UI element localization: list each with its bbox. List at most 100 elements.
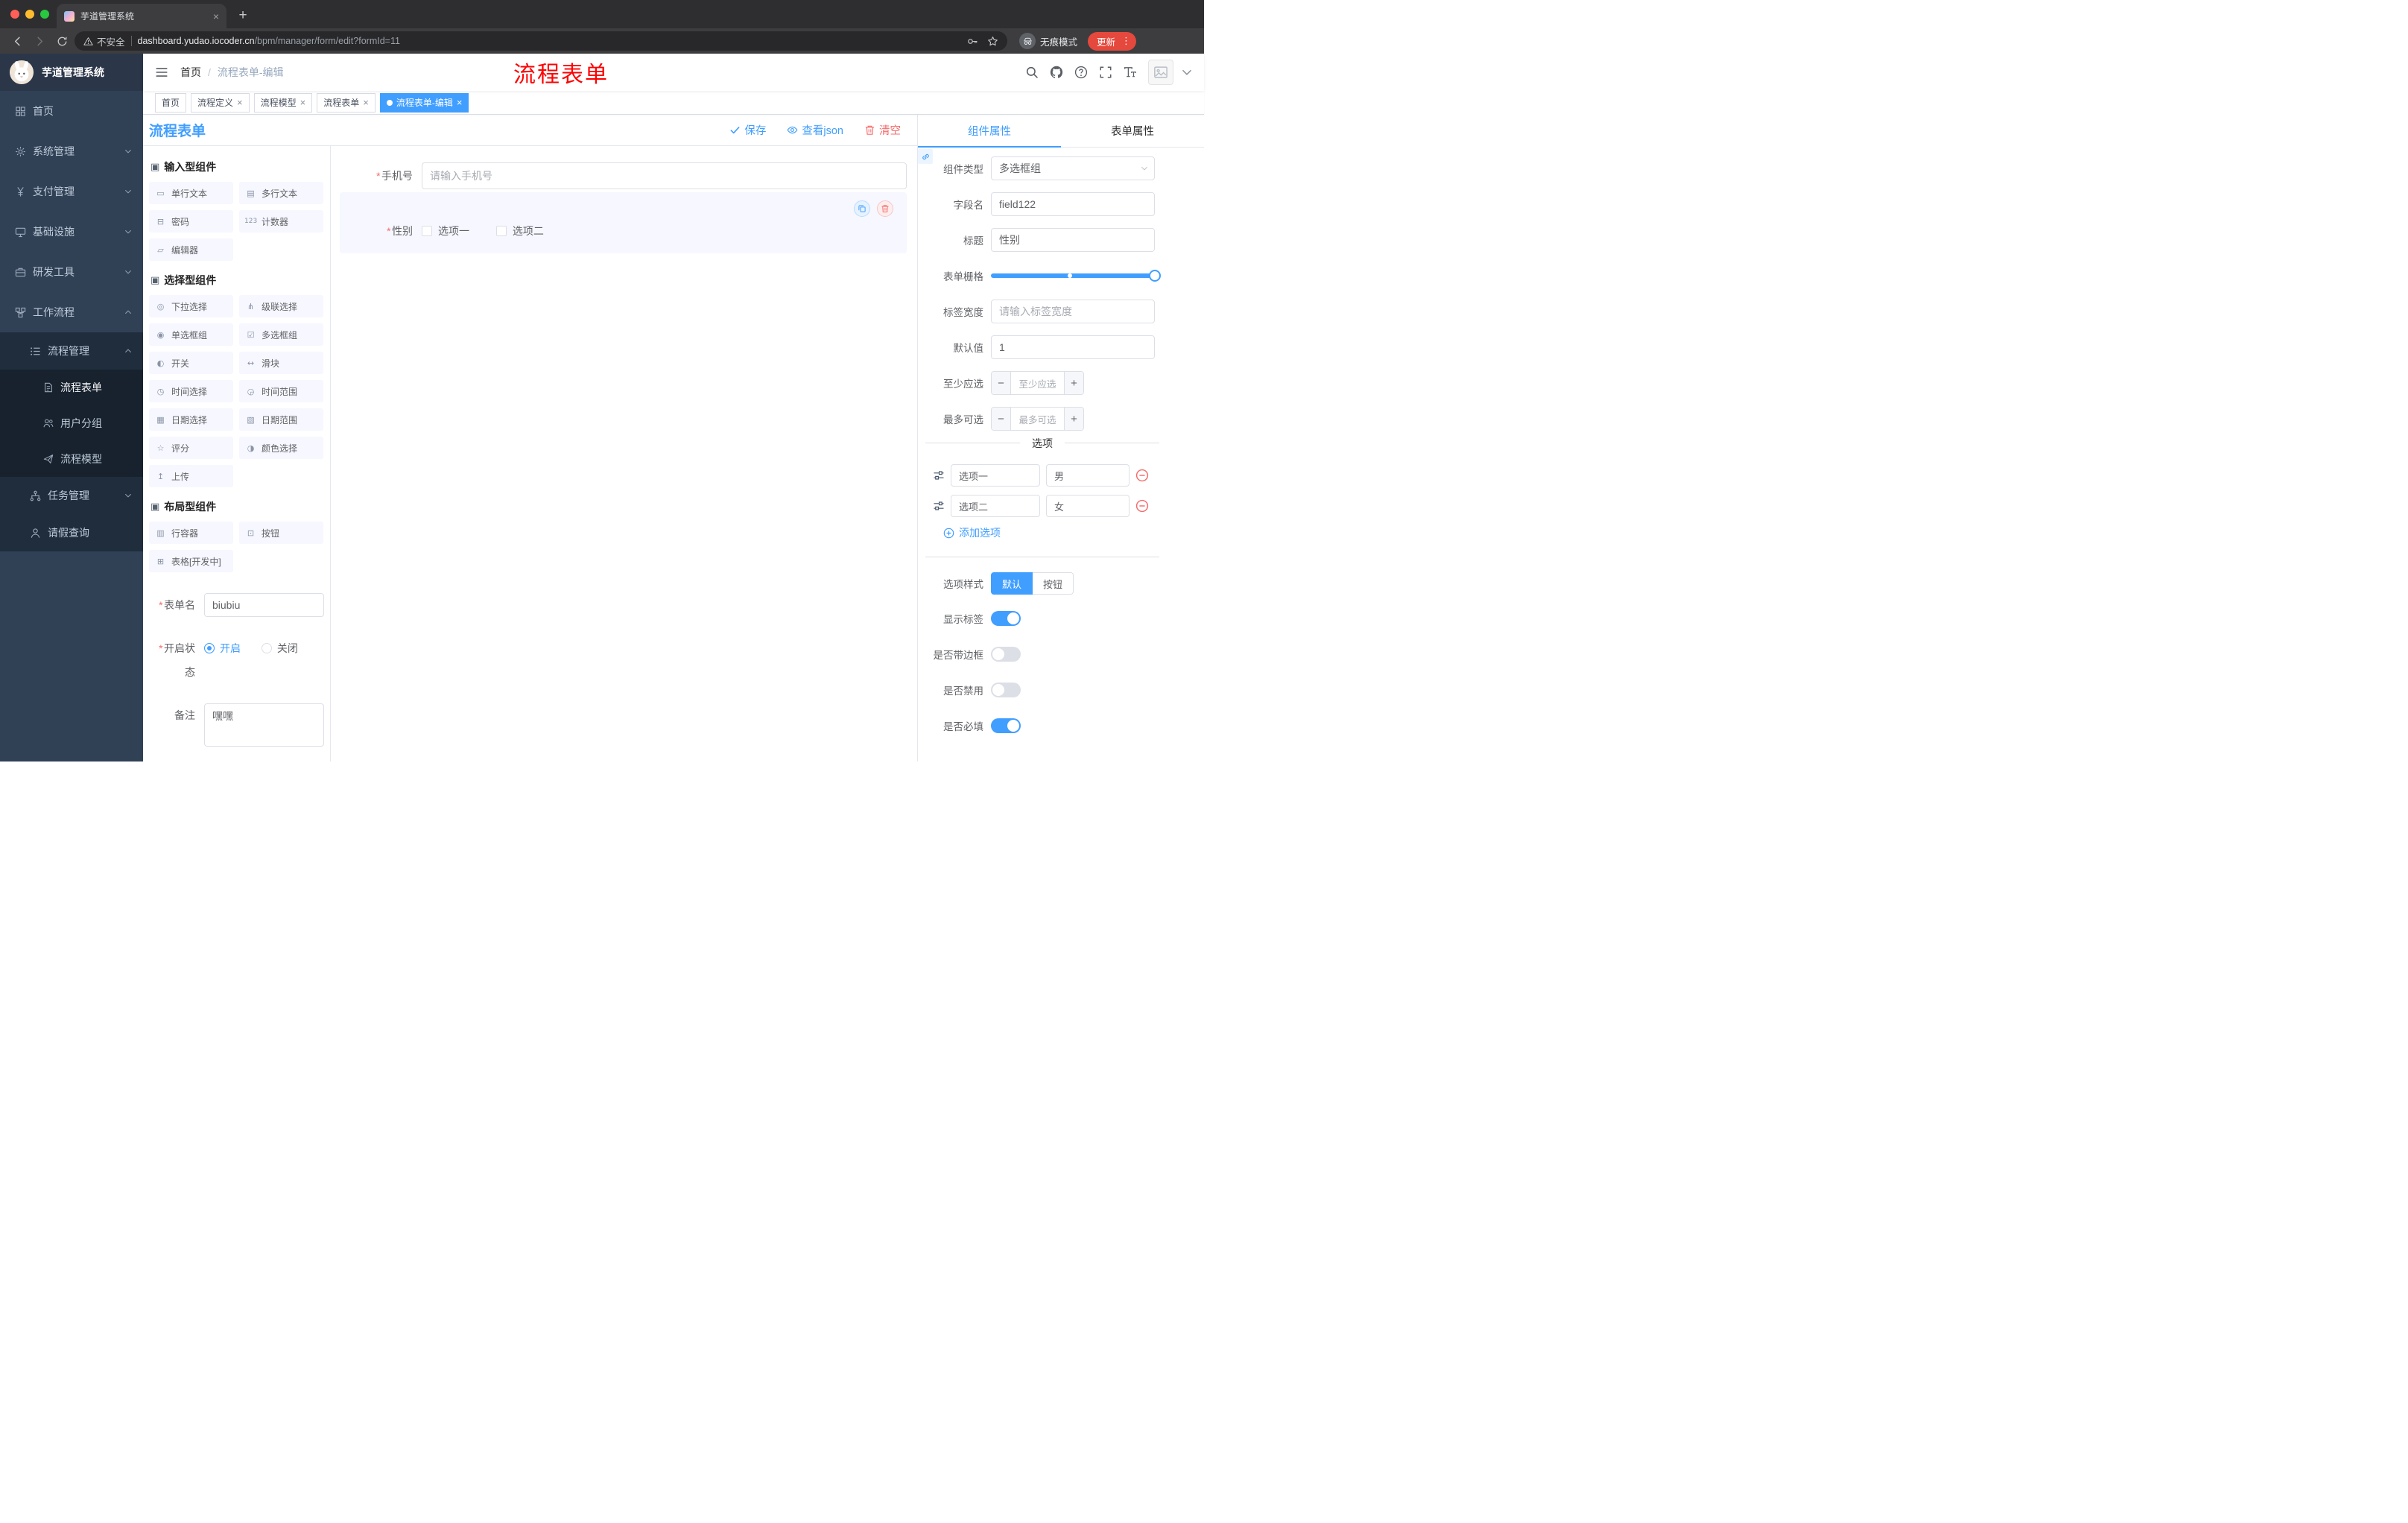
caret-down-icon[interactable] (1180, 66, 1194, 79)
style-button-button[interactable]: 按钮 (1033, 572, 1074, 595)
component-radio-group[interactable]: ◉ 单选框组 (149, 323, 233, 346)
drag-handle-icon[interactable] (933, 500, 945, 512)
delete-widget-button[interactable] (877, 200, 893, 217)
back-button[interactable] (7, 31, 27, 51)
label-width-input[interactable] (991, 300, 1155, 323)
tab-form-props[interactable]: 表单属性 (1061, 115, 1204, 147)
avatar[interactable] (1148, 60, 1173, 85)
component-password[interactable]: ⊟ 密码 (149, 210, 233, 232)
minus-button[interactable]: − (992, 408, 1011, 430)
component-checkbox-group[interactable]: ☑ 多选框组 (239, 323, 323, 346)
link-icon[interactable] (918, 149, 933, 164)
max-checked-value[interactable]: 最多可选 (1011, 408, 1064, 430)
close-icon[interactable]: × (363, 98, 369, 107)
plus-button[interactable]: + (1064, 408, 1083, 430)
component-select[interactable]: ◎ 下拉选择 (149, 295, 233, 317)
form-canvas[interactable]: *手机号 *性别 选项一 (331, 146, 917, 762)
form-name-input[interactable] (204, 593, 324, 617)
copy-widget-button[interactable] (854, 200, 870, 217)
component-cascader[interactable]: ⋔ 级联选择 (239, 295, 323, 317)
sidebar-item-payment[interactable]: 支付管理 (0, 171, 143, 212)
sidebar-item-leave-query[interactable]: 请假查询 (0, 514, 143, 551)
fullscreen-icon[interactable] (1099, 66, 1112, 79)
drag-handle-icon[interactable] (933, 469, 945, 481)
component-upload[interactable]: ↥ 上传 (149, 465, 233, 487)
close-icon[interactable]: × (237, 98, 243, 107)
slider-track[interactable] (991, 270, 1161, 282)
slider-handle[interactable] (1149, 270, 1161, 282)
remove-option-icon[interactable] (1135, 469, 1149, 482)
tag-process-form-edit[interactable]: 流程表单-编辑 × (379, 92, 469, 113)
reload-button[interactable] (52, 31, 72, 51)
component-slider[interactable]: ↔ 滑块 (239, 352, 323, 374)
status-off-radio[interactable]: 关闭 (261, 636, 298, 660)
bookmark-star-icon[interactable] (987, 36, 998, 47)
sidebar-item-task-management[interactable]: 任务管理 (0, 477, 143, 514)
sidebar-item-workflow[interactable]: 工作流程 (0, 292, 143, 332)
browser-menu-icon[interactable]: ⋮ (1121, 36, 1131, 47)
component-rate[interactable]: ☆ 评分 (149, 437, 233, 459)
security-badge[interactable]: 不安全 (83, 34, 125, 48)
remove-option-icon[interactable] (1135, 499, 1149, 513)
minus-button[interactable]: − (992, 372, 1011, 394)
option-2-value-input[interactable] (1046, 495, 1129, 517)
default-value-input[interactable] (991, 335, 1155, 359)
search-icon[interactable] (1025, 66, 1039, 79)
sidebar-item-system[interactable]: 系统管理 (0, 131, 143, 171)
window-close-button[interactable] (10, 10, 19, 19)
option-1-label-input[interactable] (951, 464, 1040, 487)
tag-process-model[interactable]: 流程模型 × (253, 92, 313, 113)
component-table-dev[interactable]: ⊞ 表格[开发中] (149, 550, 233, 572)
close-icon[interactable]: × (300, 98, 306, 107)
window-minimize-button[interactable] (25, 10, 34, 19)
phone-input[interactable] (422, 162, 907, 189)
window-zoom-button[interactable] (40, 10, 49, 19)
sidebar-item-user-group[interactable]: 用户分组 (0, 405, 143, 441)
tab-close-icon[interactable]: × (213, 11, 219, 22)
sidebar-item-home[interactable]: 首页 (0, 91, 143, 131)
style-default-button[interactable]: 默认 (991, 572, 1033, 595)
min-checked-value[interactable]: 至少应选 (1011, 372, 1064, 394)
sidebar-item-process-form[interactable]: 流程表单 (0, 370, 143, 405)
tag-process-form[interactable]: 流程表单 × (317, 92, 376, 113)
save-button[interactable]: 保存 (729, 122, 766, 138)
component-counter[interactable]: 123 计数器 (239, 210, 323, 232)
component-date-range[interactable]: ▧ 日期范围 (239, 408, 323, 431)
field-name-input[interactable] (991, 192, 1155, 216)
canvas-field-phone[interactable]: * 手机号 (340, 162, 907, 189)
component-button[interactable]: ⊡ 按钮 (239, 522, 323, 544)
forward-button[interactable] (30, 31, 49, 51)
gender-option-1-checkbox[interactable]: 选项一 (422, 224, 469, 238)
component-type-select[interactable]: 多选框组 (991, 156, 1155, 180)
browser-update-button[interactable]: 更新 ⋮ (1088, 31, 1137, 51)
sidebar-item-process-management[interactable]: 流程管理 (0, 332, 143, 370)
font-size-icon[interactable] (1124, 66, 1137, 79)
breadcrumb-home[interactable]: 首页 (180, 65, 201, 80)
add-option-button[interactable]: 添加选项 (943, 525, 1001, 540)
component-date-picker[interactable]: ▦ 日期选择 (149, 408, 233, 431)
help-icon[interactable] (1074, 66, 1088, 79)
password-key-icon[interactable] (967, 36, 978, 47)
close-icon[interactable]: × (457, 98, 463, 107)
tag-home[interactable]: 首页 (155, 92, 187, 113)
component-time-range[interactable]: ◶ 时间范围 (239, 380, 323, 402)
form-grid-slider[interactable] (991, 264, 1161, 288)
option-2-label-input[interactable] (951, 495, 1040, 517)
option-1-value-input[interactable] (1046, 464, 1129, 487)
border-switch[interactable] (991, 647, 1021, 662)
gender-option-2-checkbox[interactable]: 选项二 (495, 224, 544, 238)
title-input[interactable] (991, 228, 1155, 252)
hamburger-icon[interactable] (143, 54, 180, 91)
form-remark-textarea[interactable]: 嘿嘿 (204, 703, 324, 747)
required-switch[interactable] (991, 718, 1021, 733)
show-label-switch[interactable] (991, 611, 1021, 626)
plus-button[interactable]: + (1064, 372, 1083, 394)
component-switch[interactable]: ◐ 开关 (149, 352, 233, 374)
component-row-container[interactable]: ▥ 行容器 (149, 522, 233, 544)
view-json-button[interactable]: 查看json (787, 122, 843, 138)
component-multi-line-text[interactable]: ▤ 多行文本 (239, 182, 323, 204)
sidebar-item-process-model[interactable]: 流程模型 (0, 441, 143, 477)
component-single-line-text[interactable]: ▭ 单行文本 (149, 182, 233, 204)
disabled-switch[interactable] (991, 683, 1021, 697)
component-time-picker[interactable]: ◷ 时间选择 (149, 380, 233, 402)
